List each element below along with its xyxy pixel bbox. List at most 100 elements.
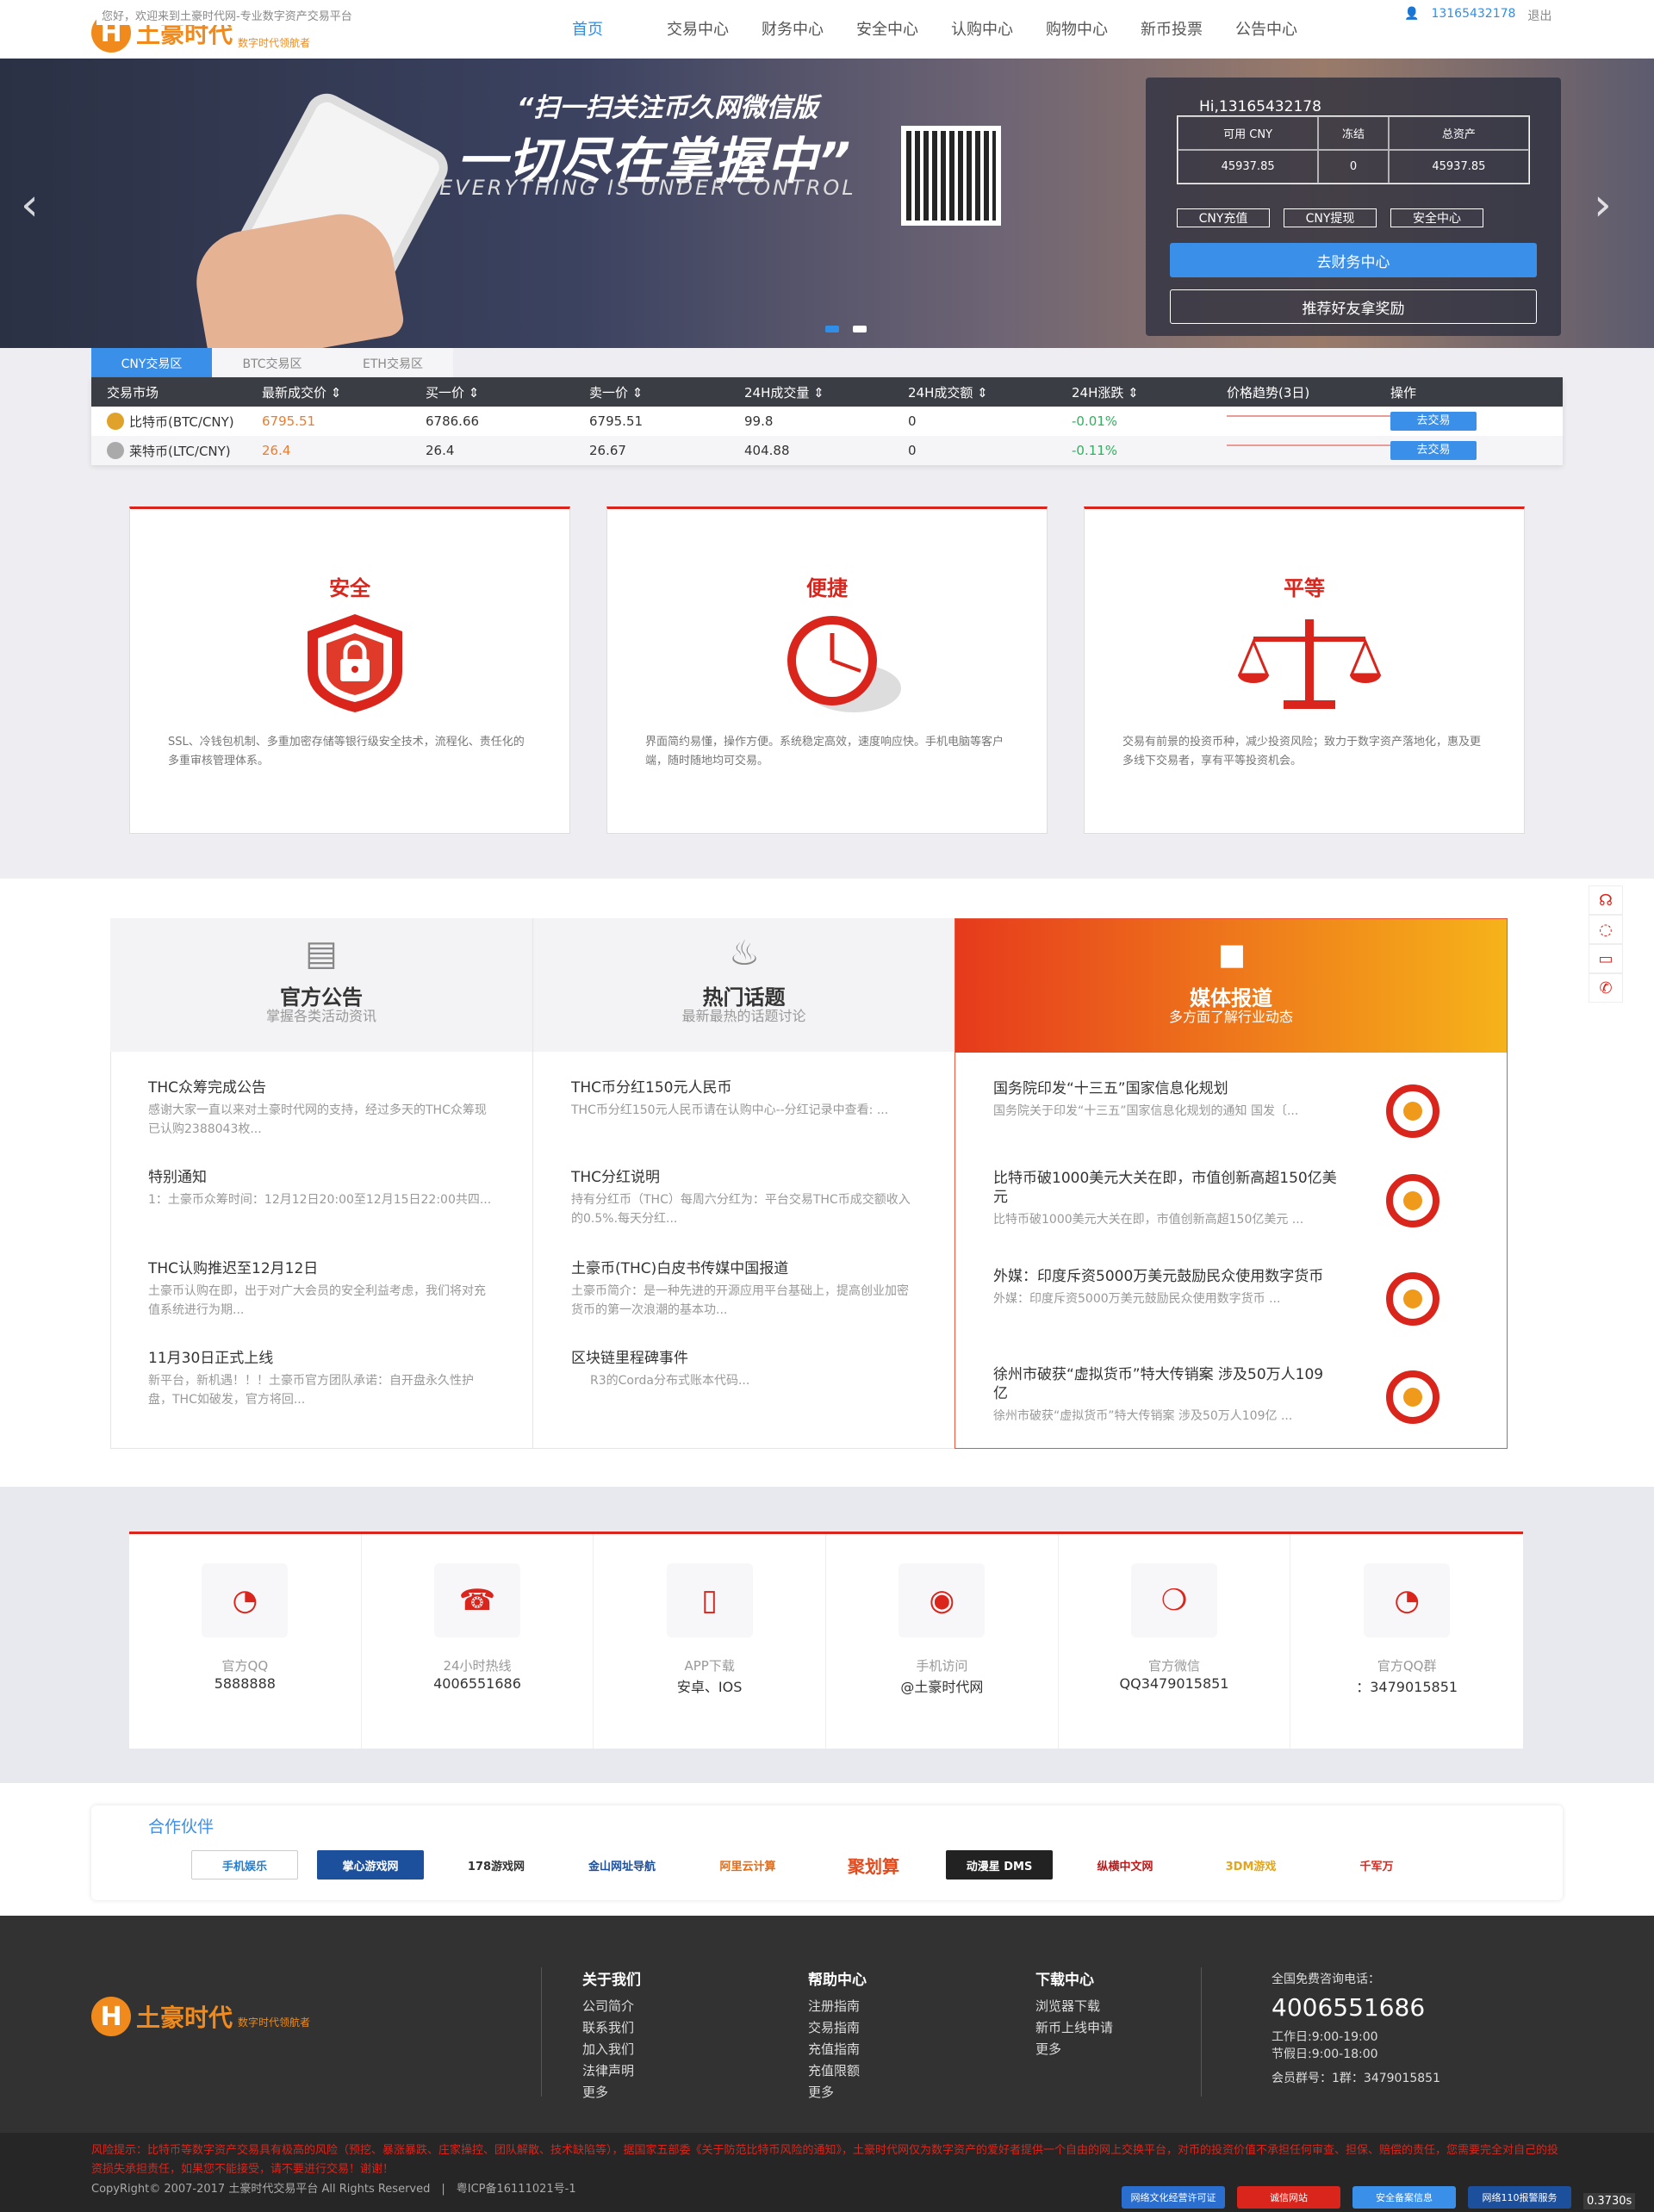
footer-link[interactable]: 新币上线申请 <box>1035 2017 1113 2039</box>
trade-button[interactable]: 去交易 <box>1390 412 1477 431</box>
col-header[interactable]: 卖一价 ⇕ <box>574 383 729 401</box>
partner-logo[interactable]: 动漫星 DMS <box>946 1850 1053 1880</box>
contact-item[interactable]: ☎ 24小时热线 4006551686 <box>362 1534 594 1749</box>
partner-logo[interactable]: 掌心游戏网 <box>317 1850 424 1880</box>
news-item[interactable]: 11月30日正式上线 新平台，新机遇！！！土豪币官方团队承诺：自开盘永久性护盘，T… <box>148 1349 493 1409</box>
partner-logo[interactable]: 聚划算 <box>820 1850 927 1880</box>
news-title[interactable]: 特别通知 <box>148 1168 493 1187</box>
news-title[interactable]: THC认购推迟至12月12日 <box>148 1259 493 1278</box>
footer-link[interactable]: 更多 <box>582 2082 641 2103</box>
table-row[interactable]: 莱特币(LTC/CNY) 26.4 26.4 26.67 404.88 0 -0… <box>91 436 1563 465</box>
news-item[interactable]: 比特币破1000美元大关在即，市值创新高超150亿美元比特币破1000美元大关在… <box>993 1169 1338 1229</box>
slide-dot-1[interactable] <box>825 326 839 332</box>
news-item[interactable]: THC币分红150元人民币 THC币分红150元人民币请在认购中心--分红记录中查… <box>571 1078 916 1120</box>
footer-link[interactable]: 更多 <box>808 2082 867 2103</box>
trade-button[interactable]: 去交易 <box>1390 441 1477 460</box>
cny-recharge-button[interactable]: CNY充值 <box>1177 208 1270 227</box>
partner-logo[interactable]: 纵横中文网 <box>1072 1850 1178 1880</box>
nav-home[interactable]: 首页 <box>572 17 667 40</box>
logout-link[interactable]: 退出 <box>1527 7 1551 24</box>
footer-link[interactable]: 联系我们 <box>582 2017 641 2039</box>
footer-link[interactable]: 更多 <box>1035 2039 1113 2060</box>
news-item[interactable]: 特别通知 1：土豪币众筹时间：12月12日20:00至12月15日22:00共四.… <box>148 1168 493 1209</box>
nav-finance[interactable]: 财务中心 <box>762 17 856 40</box>
partner-logo[interactable]: 3DM游戏 <box>1197 1850 1304 1880</box>
news-title[interactable]: THC众筹完成公告 <box>148 1078 493 1097</box>
news-item[interactable]: 徐州市破获“虚拟货币”特大传销案 涉及50万人109亿 徐州市破获“虚拟货币”特大… <box>993 1365 1338 1426</box>
nav-security[interactable]: 安全中心 <box>856 17 951 40</box>
news-item[interactable]: THC众筹完成公告 感谢大家一直以来对土豪时代网的支持，经过多天的THC众筹现已认… <box>148 1078 493 1139</box>
partner-logo[interactable]: 手机娱乐 <box>191 1850 298 1880</box>
news-title[interactable]: THC分红说明 <box>571 1168 916 1187</box>
contact-item[interactable]: ◔ 官方QQ群 ：3479015851 <box>1290 1534 1523 1749</box>
trust-badge[interactable]: 网络110报警服务 <box>1468 2186 1571 2209</box>
nav-shop[interactable]: 购物中心 <box>1046 17 1141 40</box>
trust-badge[interactable]: 诚信网站 <box>1237 2186 1340 2209</box>
news-title[interactable]: 国务院印发“十三五”国家信息化规划 <box>993 1079 1338 1098</box>
announce-header[interactable]: ▤ 官方公告 掌握各类活动资讯 <box>110 918 532 1052</box>
headset-icon[interactable]: ☊ <box>1589 885 1623 915</box>
contact-item[interactable]: ❍ 官方微信 QQ3479015851 <box>1059 1534 1291 1749</box>
nav-trade[interactable]: 交易中心 <box>667 17 762 40</box>
nav-announce[interactable]: 公告中心 <box>1235 17 1330 40</box>
tab-eth[interactable]: ETH交易区 <box>333 348 453 379</box>
partner-logo[interactable]: 178游戏网 <box>443 1850 550 1880</box>
tab-cny[interactable]: CNY交易区 <box>91 348 212 379</box>
partner-logo[interactable]: 千军万 <box>1323 1850 1430 1880</box>
news-item[interactable]: THC分红说明 持有分红币（THC）每周六分红为：平台交易THC币成交额收入的0.… <box>571 1168 916 1228</box>
news-title[interactable]: 比特币破1000美元大关在即，市值创新高超150亿美元 <box>993 1169 1338 1207</box>
news-desc: 比特币破1000美元大关在即，市值创新高超150亿美元 ... <box>993 1213 1304 1227</box>
table-row[interactable]: 比特币(BTC/CNY) 6795.51 6786.66 6795.51 99.… <box>91 407 1563 436</box>
member-group: 会员群号：1群：3479015851 <box>1272 2072 1440 2085</box>
col-header[interactable]: 买一价 ⇕ <box>410 383 574 401</box>
news-item[interactable]: 区块链里程碑事件 R3的Corda分布式账本代码... <box>571 1349 916 1390</box>
news-title[interactable]: 11月30日正式上线 <box>148 1349 493 1368</box>
tab-btc[interactable]: BTC交易区 <box>212 348 333 379</box>
footer-link[interactable]: 交易指南 <box>808 2017 867 2039</box>
footer-link[interactable]: 充值指南 <box>808 2039 867 2060</box>
referral-button[interactable]: 推荐好友拿奖励 <box>1170 289 1537 324</box>
news-item[interactable]: THC认购推迟至12月12日 土豪币认购在即，出于对广大会员的安全利益考虑，我们将… <box>148 1259 493 1320</box>
chevron-right-icon[interactable]: › <box>1594 179 1612 231</box>
phone-icon[interactable]: ✆ <box>1589 973 1623 1003</box>
news-title[interactable]: THC币分红150元人民币 <box>571 1078 916 1097</box>
col-header[interactable]: 最新成交价 ⇕ <box>246 383 410 401</box>
contact-item[interactable]: ▯ APP下载 安卓、IOS <box>594 1534 826 1749</box>
user-phone-link[interactable]: 13165432178 <box>1431 7 1515 24</box>
slide-dot-2[interactable] <box>853 326 867 332</box>
footer-link[interactable]: 公司简介 <box>582 1996 641 2017</box>
trust-badge[interactable]: 安全备案信息 <box>1352 2186 1456 2209</box>
footer-link[interactable]: 法律声明 <box>582 2060 641 2082</box>
news-title[interactable]: 徐州市破获“虚拟货币”特大传销案 涉及50万人109亿 <box>993 1365 1338 1403</box>
partner-logo[interactable]: 阿里云计算 <box>694 1850 801 1880</box>
nav-vote[interactable]: 新币投票 <box>1141 17 1235 40</box>
nav-subscribe[interactable]: 认购中心 <box>951 17 1046 40</box>
security-center-button[interactable]: 安全中心 <box>1390 208 1483 227</box>
footer-link[interactable]: 注册指南 <box>808 1996 867 2017</box>
media-header[interactable]: ◼ 媒体报道 多方面了解行业动态 <box>955 919 1507 1053</box>
partner-logo[interactable]: 金山网址导航 <box>569 1850 675 1880</box>
chevron-left-icon[interactable]: ‹ <box>21 179 39 231</box>
footer-link[interactable]: 充值限额 <box>808 2060 867 2082</box>
cny-withdraw-button[interactable]: CNY提现 <box>1284 208 1377 227</box>
col-header[interactable]: 24H成交额 ⇕ <box>892 383 1056 401</box>
footer-logo[interactable]: H 土豪时代 数字时代领航者 <box>91 1997 310 2036</box>
news-item[interactable]: 国务院印发“十三五”国家信息化规划 国务院关于印发“十三五”国家信息化规划的通知 … <box>993 1079 1338 1121</box>
hot-header[interactable]: ♨ 热门话题 最新最热的话题讨论 <box>533 918 954 1052</box>
footer-link[interactable]: 加入我们 <box>582 2039 641 2060</box>
col-header[interactable]: 24H成交量 ⇕ <box>729 383 892 401</box>
contact-item[interactable]: ◔ 官方QQ 5888888 <box>129 1534 362 1749</box>
news-title[interactable]: 外媒：印度斥资5000万美元鼓励民众使用数字货币 <box>993 1267 1338 1286</box>
footer-link[interactable]: 浏览器下载 <box>1035 1996 1113 2017</box>
news-title[interactable]: 土豪币(THC)白皮书传媒中国报道 <box>571 1259 916 1278</box>
col-header[interactable]: 24H涨跌 ⇕ <box>1056 383 1211 401</box>
finance-center-button[interactable]: 去财务中心 <box>1170 243 1537 277</box>
book-icon[interactable]: ▭ <box>1589 944 1623 973</box>
trust-badge[interactable]: 网络文化经营许可证 <box>1122 2186 1225 2209</box>
news-item[interactable]: 土豪币(THC)白皮书传媒中国报道 土豪币简介：是一种先进的开源应用平台基础上，提… <box>571 1259 916 1320</box>
chat-icon[interactable]: ◌ <box>1589 915 1623 944</box>
news-title[interactable]: 区块链里程碑事件 <box>571 1349 916 1368</box>
news-item[interactable]: 外媒：印度斥资5000万美元鼓励民众使用数字货币 外媒：印度斥资5000万美元鼓励… <box>993 1267 1338 1308</box>
contact-item[interactable]: ◉ 手机访问 @土豪时代网 <box>826 1534 1059 1749</box>
copyright: CopyRight© 2007-2017 土豪时代交易平台 All Rights… <box>91 2183 576 2196</box>
